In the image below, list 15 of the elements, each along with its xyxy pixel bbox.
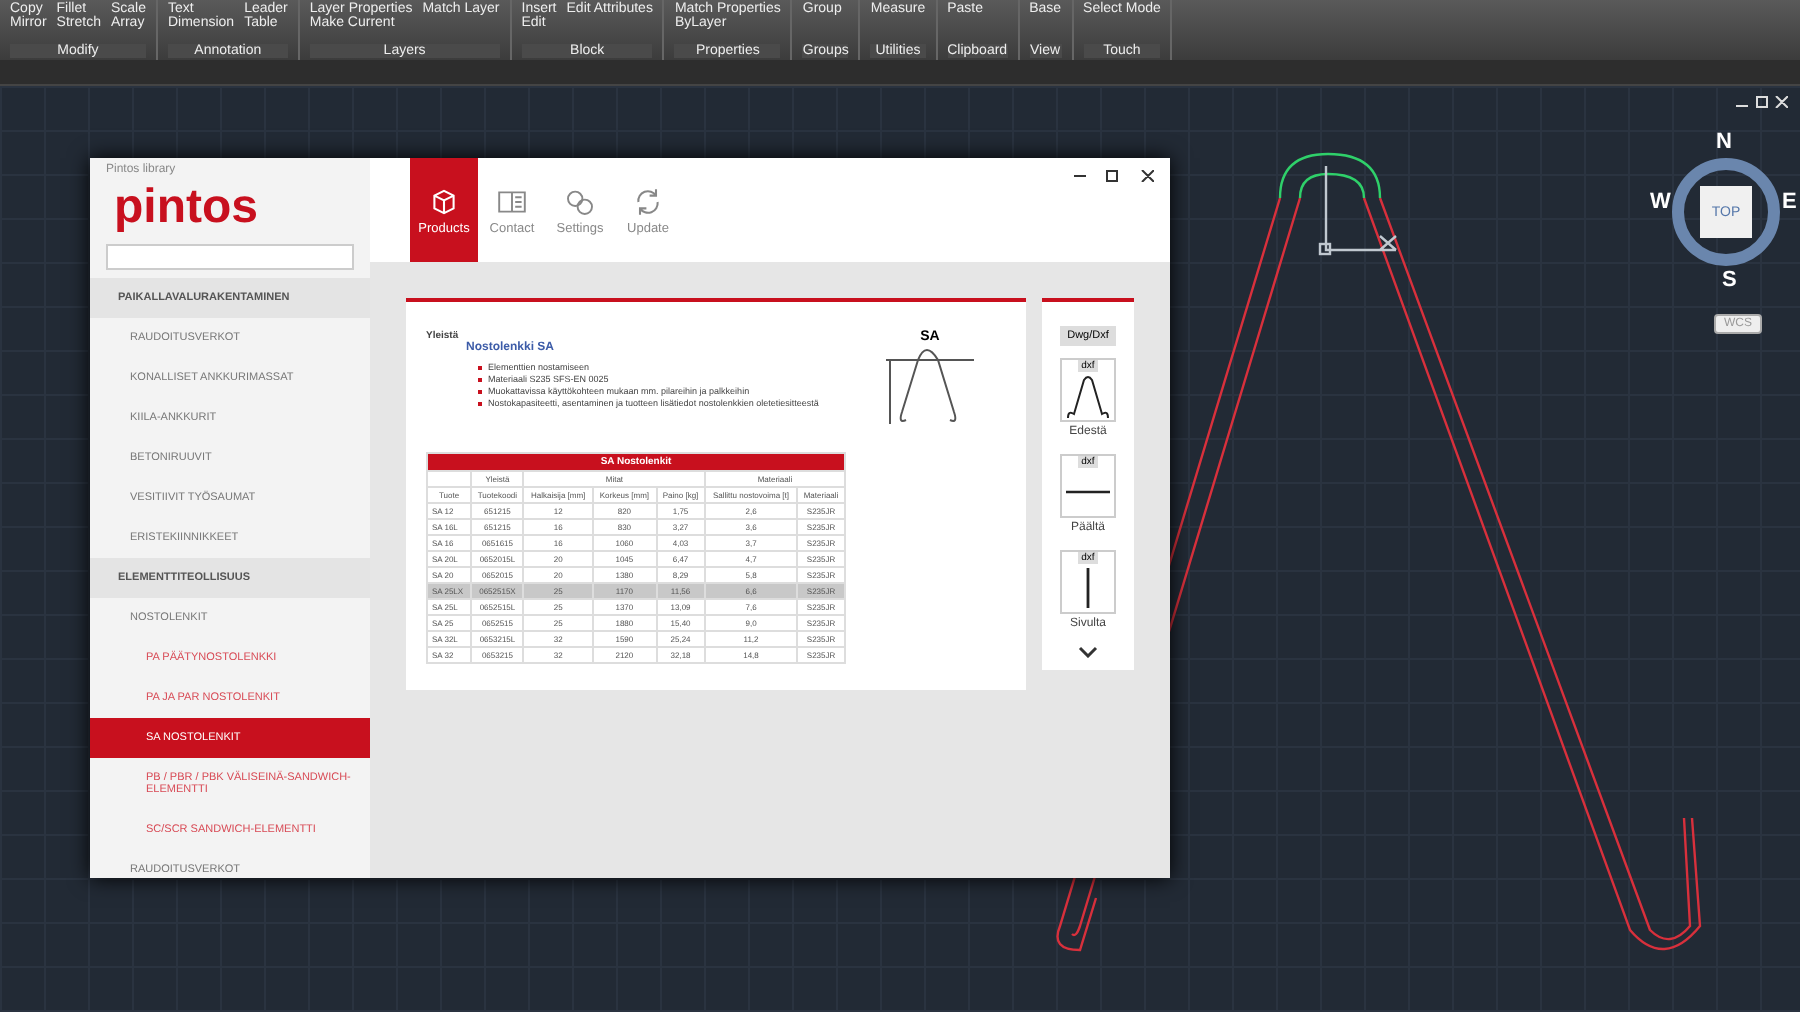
chevron-down-icon[interactable] xyxy=(1078,646,1098,658)
sync-icon xyxy=(632,185,664,217)
card-icon xyxy=(496,185,528,217)
logo: pintos xyxy=(112,178,260,238)
horizontal-line-icon xyxy=(1066,490,1110,494)
gears-icon xyxy=(564,185,596,217)
search-field[interactable] xyxy=(106,244,354,270)
compass-label[interactable]: W xyxy=(1650,192,1671,214)
compass-label[interactable]: N xyxy=(1716,132,1732,154)
vertical-line-icon xyxy=(1086,568,1090,608)
window-controls[interactable] xyxy=(1074,170,1154,182)
compass-label[interactable]: E xyxy=(1782,192,1797,214)
box-icon xyxy=(428,185,460,217)
compass-label[interactable]: S xyxy=(1722,270,1737,292)
loop-front-view-icon xyxy=(1066,374,1110,418)
